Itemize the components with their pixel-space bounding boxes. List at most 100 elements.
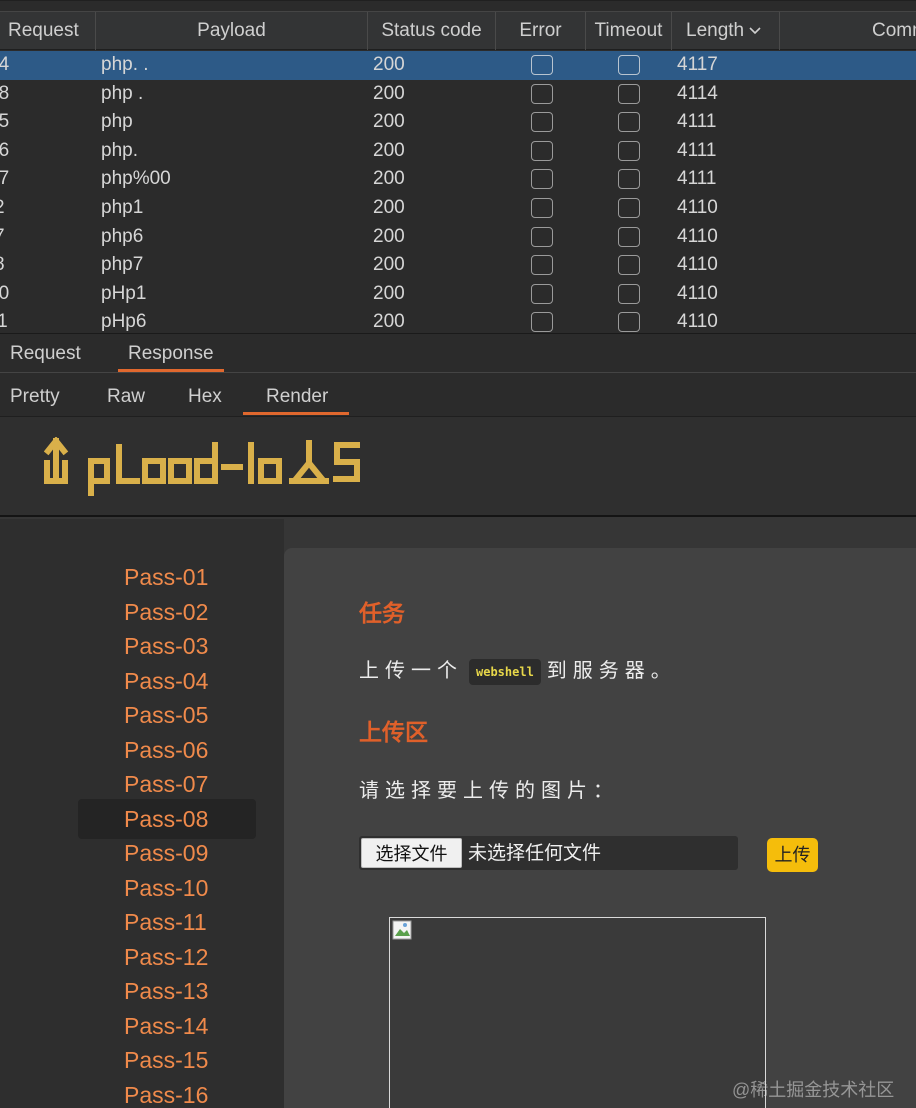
cell-payload: php — [101, 111, 133, 133]
sidebar-item-pass-08[interactable]: Pass-08 — [124, 802, 208, 836]
task-text-after: 到服务器。 — [546, 660, 677, 682]
cell-request: 27 — [0, 165, 9, 194]
cell-request: 10 — [0, 280, 9, 309]
cell-length: 4110 — [677, 225, 718, 247]
sidebar-item-pass-14[interactable]: Pass-14 — [124, 1009, 208, 1043]
sort-descending-icon — [749, 27, 761, 35]
cell-length: 4111 — [677, 139, 717, 161]
column-header-status-code[interactable]: Status code — [368, 12, 496, 50]
error-checkbox[interactable] — [531, 198, 553, 218]
table-row[interactable]: 27 php%00 200 4111 — [0, 165, 916, 194]
cell-length: 4110 — [677, 311, 718, 333]
table-row[interactable]: 26 php. 200 4111 — [0, 137, 916, 166]
error-checkbox[interactable] — [531, 169, 553, 190]
cell-request: 8 — [0, 251, 5, 280]
cell-request: 2 — [0, 194, 5, 223]
cell-payload: php. . — [101, 54, 149, 75]
timeout-checkbox[interactable] — [618, 226, 640, 247]
table-row[interactable]: 2 php1 200 4110 — [0, 194, 916, 223]
cell-payload: pHp1 — [101, 282, 147, 304]
tab-response[interactable]: Response — [118, 334, 224, 372]
cell-status: 200 — [373, 139, 405, 161]
table-body: 24php. .200411728php .200411425php200411… — [0, 51, 916, 333]
sidebar-item-pass-04[interactable]: Pass-04 — [124, 664, 208, 698]
column-header-payload[interactable]: Payload — [96, 12, 368, 50]
file-status: 未选择任何文件 — [468, 843, 602, 864]
table-row[interactable]: 24 php. . 200 4117 — [0, 51, 916, 80]
timeout-checkbox[interactable] — [618, 312, 640, 333]
column-header-length[interactable]: Length — [672, 12, 780, 50]
cell-length: 4110 — [677, 197, 718, 218]
cell-payload: php . — [101, 82, 144, 104]
sidebar-item-pass-07[interactable]: Pass-07 — [124, 767, 208, 801]
rendered-response: Pass-01 Pass-02 Pass-03 Pass-04 Pass-05 Pass-… — [0, 417, 916, 1108]
table-row[interactable]: 7 php6 200 4110 — [0, 223, 916, 252]
timeout-checkbox[interactable] — [618, 55, 640, 75]
timeout-checkbox[interactable] — [618, 255, 640, 276]
error-checkbox[interactable] — [531, 283, 553, 304]
cell-status: 200 — [373, 311, 405, 333]
error-checkbox[interactable] — [531, 312, 553, 333]
error-checkbox[interactable] — [531, 255, 553, 276]
table-row[interactable]: 10 pHp1 200 4110 — [0, 280, 916, 309]
sidebar-item-pass-13[interactable]: Pass-13 — [124, 974, 208, 1008]
timeout-checkbox[interactable] — [618, 112, 640, 133]
tab-raw[interactable]: Raw — [97, 373, 155, 415]
sidebar-item-pass-03[interactable]: Pass-03 — [124, 629, 208, 663]
tab-request[interactable]: Request — [0, 334, 91, 372]
sidebar-item-pass-05[interactable]: Pass-05 — [124, 698, 208, 732]
sidebar-item-pass-09[interactable]: Pass-09 — [124, 836, 208, 870]
tab-pretty[interactable]: Pretty — [0, 373, 70, 415]
sidebar-item-pass-15[interactable]: Pass-15 — [124, 1043, 208, 1077]
uploaded-image-preview — [389, 917, 766, 1108]
cell-status: 200 — [373, 254, 405, 276]
table-row[interactable]: 11 pHp6 200 4110 — [0, 308, 916, 333]
column-header-request[interactable]: Request — [0, 12, 96, 50]
table-row[interactable]: 25 php 200 4111 — [0, 108, 916, 137]
cell-length: 4114 — [677, 82, 718, 104]
cell-payload: php. — [101, 139, 138, 161]
sidebar-item-pass-02[interactable]: Pass-02 — [124, 595, 208, 629]
cell-status: 200 — [373, 225, 405, 247]
error-checkbox[interactable] — [531, 112, 553, 133]
task-description: 上传一个 webshell 到服务器。 — [359, 654, 677, 685]
cell-request: 28 — [0, 80, 9, 109]
column-header-error[interactable]: Error — [496, 12, 586, 50]
site-header — [0, 417, 916, 517]
sidebar-item-pass-11[interactable]: Pass-11 — [124, 905, 207, 939]
file-input[interactable]: 选择文件 未选择任何文件 — [359, 836, 738, 870]
column-header-comment[interactable]: Comm — [780, 12, 916, 50]
error-checkbox[interactable] — [531, 140, 553, 161]
upload-labs-logo — [44, 437, 360, 496]
message-tabs: Request Response — [0, 333, 916, 373]
sidebar-item-pass-01[interactable]: Pass-01 — [124, 560, 208, 594]
timeout-checkbox[interactable] — [618, 169, 640, 190]
cell-request: 26 — [0, 137, 9, 166]
choose-file-button[interactable]: 选择文件 — [361, 838, 462, 868]
timeout-checkbox[interactable] — [618, 198, 640, 218]
cell-payload: pHp6 — [101, 311, 147, 333]
table-row[interactable]: 8 php7 200 4110 — [0, 251, 916, 280]
error-checkbox[interactable] — [531, 55, 553, 75]
error-checkbox[interactable] — [531, 83, 553, 104]
upload-button[interactable]: 上传 — [767, 838, 818, 872]
sidebar-item-pass-06[interactable]: Pass-06 — [124, 733, 208, 767]
broken-image-icon — [392, 920, 412, 940]
timeout-checkbox[interactable] — [618, 283, 640, 304]
timeout-checkbox[interactable] — [618, 140, 640, 161]
column-header-length-label: Length — [686, 20, 745, 41]
sidebar-item-pass-12[interactable]: Pass-12 — [124, 940, 208, 974]
table-row[interactable]: 28 php . 200 4114 — [0, 80, 916, 109]
table-header: Request Payload Status code Error Timeou… — [0, 11, 916, 50]
timeout-checkbox[interactable] — [618, 83, 640, 104]
cell-length: 4117 — [677, 54, 718, 75]
sidebar-item-pass-16[interactable]: Pass-16 — [124, 1078, 208, 1108]
error-checkbox[interactable] — [531, 226, 553, 247]
tab-hex[interactable]: Hex — [178, 373, 232, 415]
sidebar-item-pass-10[interactable]: Pass-10 — [124, 871, 208, 905]
cell-length: 4111 — [677, 111, 717, 133]
cell-request: 7 — [0, 223, 5, 252]
cell-request: 25 — [0, 108, 9, 137]
tab-render[interactable]: Render — [243, 373, 349, 415]
column-header-timeout[interactable]: Timeout — [586, 12, 672, 50]
